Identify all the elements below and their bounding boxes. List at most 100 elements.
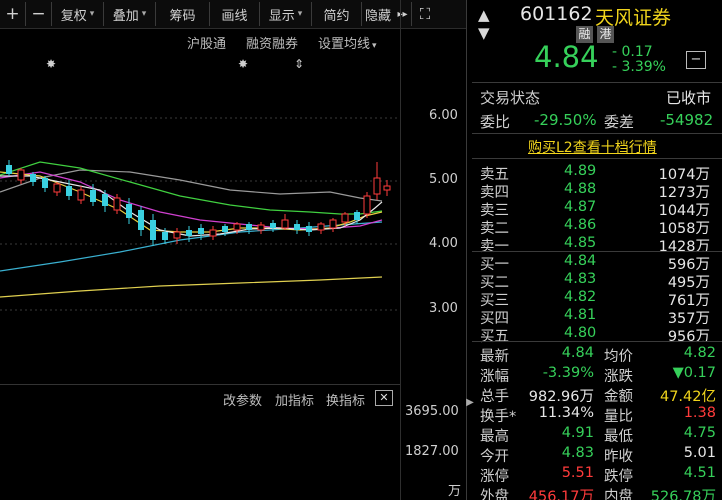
level-price: 4.84 — [564, 253, 597, 269]
candle-body — [317, 223, 325, 231]
candle-body — [90, 190, 96, 202]
candle-body — [306, 226, 312, 232]
candle-body — [173, 231, 181, 239]
stat-value: 11.34% — [538, 405, 594, 421]
candle-body — [294, 224, 300, 230]
chart-subbar: 沪股通 融资融券 设置均线 ▾ — [0, 30, 400, 52]
candle-body — [138, 210, 144, 230]
adjust-rights-label: 复权 — [60, 8, 87, 24]
volume-axis-label: 1827.00 — [405, 444, 459, 459]
chips-button[interactable]: 筹码 — [156, 2, 210, 26]
chevron-down-icon: ▾ — [89, 9, 95, 19]
candle-body — [209, 229, 217, 237]
level-price: 4.88 — [564, 181, 597, 197]
hk-badge: 港 — [597, 26, 614, 43]
current-price: 4.84 — [534, 40, 599, 74]
level-price: 4.81 — [564, 307, 597, 323]
chart-toolbar: + − 复权 ▾ 叠加 ▾ 筹码 画线 显示 ▾ 简约 隐藏 ▸▸ ⛶ — [0, 0, 466, 29]
price-change-pct: - 3.39% — [612, 59, 666, 75]
level-price: 4.89 — [564, 163, 597, 179]
add-indicator-button[interactable]: 加指标 — [275, 390, 314, 409]
divider — [472, 82, 722, 83]
stat-label: 量比 — [604, 409, 633, 425]
bid-row[interactable]: 买五 4.80 956万 — [472, 325, 722, 345]
candle-body — [222, 226, 228, 232]
overlay-dropdown[interactable]: 叠加 ▾ — [104, 2, 156, 26]
candle-body — [383, 185, 391, 191]
margin-trading-link[interactable]: 融资融券 — [246, 33, 298, 52]
candle-body — [329, 219, 337, 229]
ask-row[interactable]: 卖一 4.85 1428万 — [472, 235, 722, 255]
stats-row: 外盘 456.17万 内盘 526.78万 — [472, 485, 722, 500]
ask-row[interactable]: 卖四 4.88 1273万 — [472, 181, 722, 201]
candle-body — [66, 186, 72, 196]
trade-state-label: 交易状态 — [480, 89, 541, 107]
volume-axis-label: 3695.00 — [405, 404, 459, 419]
zoom-out-button[interactable]: − — [26, 2, 52, 26]
stat-label: 最高 — [480, 429, 509, 445]
event-marker[interactable]: ✸ — [46, 57, 56, 71]
commit-diff-label: 委差 — [604, 113, 635, 131]
candle-body — [373, 177, 381, 195]
stat-value: 4.91 — [561, 425, 594, 441]
nav-down-icon[interactable]: ▼ — [478, 24, 490, 42]
divider — [472, 133, 722, 134]
l2-purchase-link[interactable]: 购买L2查看十档行情 — [528, 137, 657, 157]
stat-value: 5.51 — [561, 465, 594, 481]
bid-row[interactable]: 买一 4.84 596万 — [472, 253, 722, 273]
display-dropdown[interactable]: 显示 ▾ — [260, 2, 312, 26]
hide-button[interactable]: 隐藏 — [362, 2, 394, 26]
stats-row: 换手* 11.34% 量比 1.38 — [472, 405, 722, 425]
candlestick-chart[interactable]: ✸ ✸ ⇕ — [0, 52, 466, 384]
stat-value: 4.83 — [561, 445, 594, 461]
simple-mode-button[interactable]: 简约 — [312, 2, 362, 26]
price-axis-label: 6.00 — [429, 108, 458, 123]
event-marker[interactable]: ⇕ — [294, 57, 304, 71]
adjust-rights-dropdown[interactable]: 复权 ▾ — [52, 2, 104, 26]
stat-label: 昨收 — [604, 449, 633, 465]
bid-row[interactable]: 买二 4.83 495万 — [472, 271, 722, 291]
ask-row[interactable]: 卖三 4.87 1044万 — [472, 199, 722, 219]
more-arrows-icon[interactable]: ▸▸ — [394, 2, 412, 26]
ma-settings-dropdown[interactable]: 设置均线 ▾ — [318, 33, 377, 52]
display-label: 显示 — [268, 8, 295, 24]
stat-value: 4.51 — [683, 465, 716, 481]
panel-toggle-button[interactable]: − — [686, 51, 706, 69]
candle-body — [126, 204, 132, 218]
close-icon[interactable]: ✕ — [375, 390, 393, 406]
level-price: 4.83 — [564, 271, 597, 287]
candle-body — [233, 223, 241, 231]
stat-label: 外盘 — [480, 489, 509, 500]
level-price: 4.82 — [564, 289, 597, 305]
stats-row: 涨停 5.51 跌停 4.51 — [472, 465, 722, 485]
stats-row: 总手 982.96万 金额 47.42亿 — [472, 385, 722, 405]
chevron-down-icon: ▾ — [372, 41, 377, 51]
divider — [472, 158, 722, 159]
divider — [400, 0, 401, 500]
stats-row: 最新 4.84 均价 4.82 — [472, 345, 722, 365]
ask-row[interactable]: 卖二 4.86 1058万 — [472, 217, 722, 237]
draw-line-button[interactable]: 画线 — [210, 2, 260, 26]
hk-connect-link[interactable]: 沪股通 — [187, 33, 226, 52]
ask-row[interactable]: 卖五 4.89 1074万 — [472, 163, 722, 183]
candle-body — [53, 183, 61, 193]
stats-row: 今开 4.83 昨收 5.01 — [472, 445, 722, 465]
stat-label: 最低 — [604, 429, 633, 445]
fullscreen-icon[interactable]: ⛶ — [412, 2, 438, 26]
candle-body — [6, 165, 12, 174]
divider — [472, 341, 722, 342]
zoom-in-button[interactable]: + — [0, 2, 26, 26]
change-params-button[interactable]: 改参数 — [223, 390, 262, 409]
switch-indicator-button[interactable]: 换指标 — [326, 390, 365, 409]
bid-row[interactable]: 买四 4.81 357万 — [472, 307, 722, 327]
stat-value: 1.38 — [683, 405, 716, 421]
divider — [472, 251, 722, 252]
bid-row[interactable]: 买三 4.82 761万 — [472, 289, 722, 309]
divider — [466, 0, 467, 500]
stat-label: 内盘 — [604, 489, 633, 500]
candle-body — [17, 169, 25, 181]
stat-value: 526.78万 — [650, 489, 716, 500]
commit-ratio-value: -29.50% — [534, 111, 597, 129]
nav-up-icon[interactable]: ▲ — [478, 6, 490, 24]
event-marker[interactable]: ✸ — [238, 57, 248, 71]
